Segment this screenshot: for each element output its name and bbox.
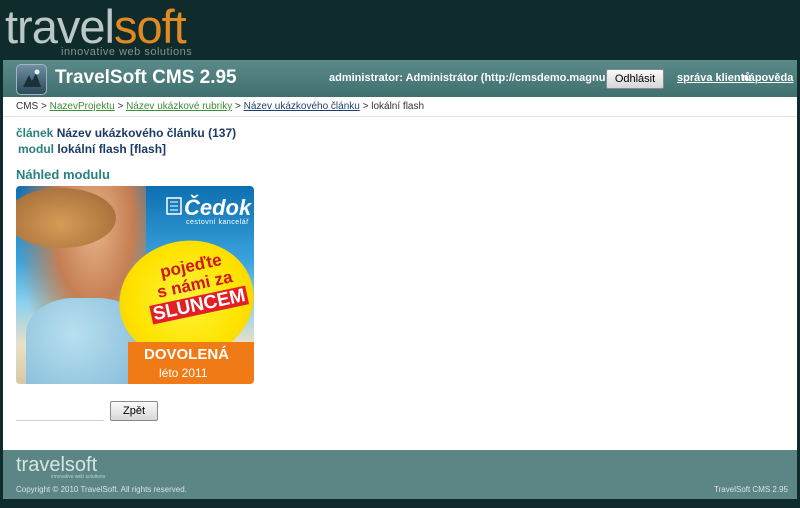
client-management-link[interactable]: správa klientů xyxy=(677,72,751,84)
banner-brand: Čedok xyxy=(184,195,252,220)
breadcrumb-separator: > xyxy=(235,101,241,112)
flash-banner[interactable]: Čedok cestovní kancelář pojeďte s námi z… xyxy=(16,186,254,384)
breadcrumb-item-project[interactable]: NazevProjektu xyxy=(50,101,115,112)
breadcrumb-separator: > xyxy=(41,101,47,112)
article-row: článek Název ukázkového článku (137) xyxy=(16,126,236,140)
breadcrumb-divider xyxy=(3,116,797,117)
article-value: Název ukázkového článku (137) xyxy=(56,126,237,140)
app-icon xyxy=(16,64,47,95)
copyright-text: Copyright © 2010 TravelSoft. All rights … xyxy=(16,485,187,494)
breadcrumb-separator: > xyxy=(362,101,369,112)
back-button[interactable]: Zpět xyxy=(110,401,158,421)
article-label: článek xyxy=(16,126,54,140)
module-preview-title: Náhled modulu xyxy=(16,167,110,182)
brand-strip: travelsoft innovative web solutions xyxy=(0,0,800,60)
app-header: TravelSoft CMS 2.95 administrator: Admin… xyxy=(3,60,797,97)
footer-version: TravelSoft CMS 2.95 xyxy=(714,485,788,494)
banner-brand-sub: cestovní kancelář xyxy=(186,219,249,226)
breadcrumb-separator: > xyxy=(117,101,124,112)
user-info: administrator: Administrátor (http://cms… xyxy=(329,72,637,84)
banner-offer: DOVOLENÁ xyxy=(144,346,230,363)
module-value: lokální flash [flash] xyxy=(57,142,167,156)
logout-button[interactable]: Odhlásit xyxy=(606,69,664,89)
footer: travelsoft innovative web solutions Copy… xyxy=(3,450,797,499)
breadcrumb-item-cms: CMS xyxy=(16,101,39,112)
footer-tagline: innovative web solutions xyxy=(51,474,106,480)
breadcrumb-item-article[interactable]: Název ukázkového článku xyxy=(244,101,360,112)
module-row: modul lokální flash [flash] xyxy=(18,142,166,156)
travelsoft-logo: travelsoft innovative web solutions xyxy=(5,2,192,59)
breadcrumb-item-section[interactable]: Název ukázkové rubriky xyxy=(126,101,232,112)
help-link[interactable]: nápověda xyxy=(742,72,793,84)
logo-tagline: innovative web solutions xyxy=(61,46,193,58)
main-content: CMS > NazevProjektu > Název ukázkové rub… xyxy=(3,97,797,450)
breadcrumb-item-current: lokální flash xyxy=(371,101,425,112)
cedok-emblem-icon xyxy=(166,197,182,215)
banner-season: léto 2011 xyxy=(159,366,208,380)
back-underline xyxy=(16,420,104,421)
module-label: modul xyxy=(18,142,54,156)
app-title: TravelSoft CMS 2.95 xyxy=(55,67,237,88)
breadcrumb: CMS > NazevProjektu > Název ukázkové rub… xyxy=(16,101,424,112)
